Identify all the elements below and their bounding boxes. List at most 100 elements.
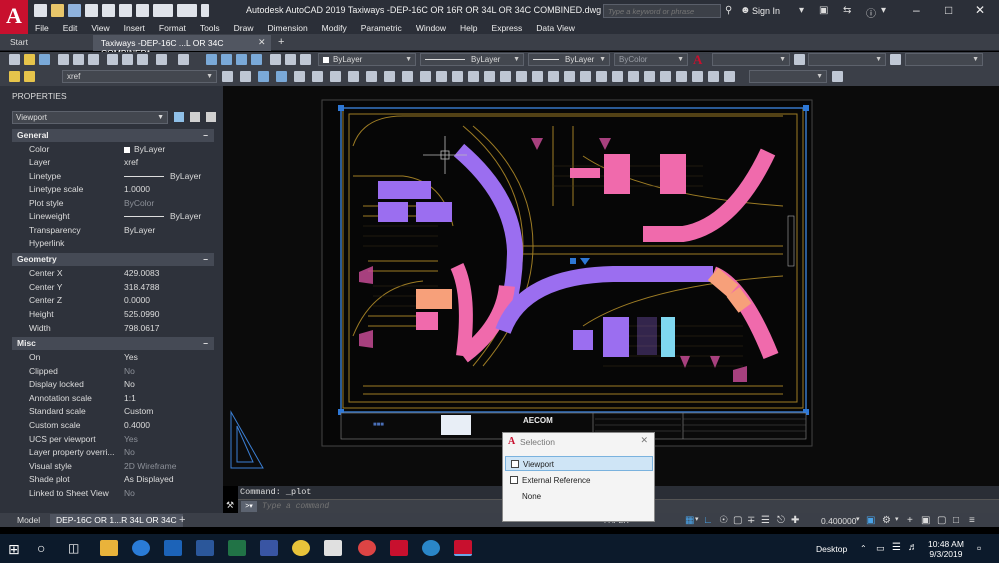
prop-row-color[interactable]: Color ByLayer (12, 143, 214, 156)
plotstyle-dropdown[interactable]: ByColor ▼ (614, 53, 688, 66)
design-center-icon[interactable] (285, 54, 296, 65)
layer-delete-icon[interactable] (402, 71, 413, 82)
chrome-icon[interactable] (292, 540, 310, 556)
new-icon[interactable] (9, 54, 20, 65)
redo-icon[interactable] (178, 54, 189, 65)
command-input[interactable] (262, 501, 522, 512)
prop-row-center-z[interactable]: Center Z 0.0000 (12, 294, 214, 307)
annotation-monitor-icon[interactable]: ✚ (791, 515, 799, 526)
prop-row-annotation-scale[interactable]: Annotation scale 1:1 (12, 392, 214, 405)
tab-layout[interactable]: DEP-16C OR 1...R 34L OR 34C (50, 514, 183, 527)
dim-arc-icon[interactable] (452, 71, 463, 82)
layer-dropdown[interactable]: xref ▼ (62, 70, 217, 83)
prop-row-layer[interactable]: Layer xref (12, 156, 214, 169)
dim-style-manager-icon[interactable] (832, 71, 843, 82)
tolerance-icon[interactable] (628, 71, 639, 82)
layer-walk-icon[interactable] (366, 71, 377, 82)
layer-freeze-icon[interactable] (294, 71, 305, 82)
command-prompt-icon[interactable]: >▾ (241, 501, 257, 512)
tab-model[interactable]: Model (11, 514, 46, 527)
calculator-icon[interactable] (324, 540, 342, 556)
hardware-accel-icon[interactable]: ▢ (937, 515, 946, 526)
dropdown-arrow-icon[interactable]: ▾ (895, 515, 899, 523)
prop-row-linetype-scale[interactable]: Linetype scale 1.0000 (12, 183, 214, 196)
undo-icon[interactable] (156, 54, 167, 65)
open-icon[interactable] (51, 4, 64, 17)
edge-browser-icon[interactable] (132, 540, 150, 556)
help-dropdown-icon[interactable]: ▾ (881, 5, 886, 16)
layer-lock-icon[interactable] (330, 71, 341, 82)
customization-icon[interactable]: ≡ (969, 515, 975, 526)
dim-break-icon[interactable] (612, 71, 623, 82)
layer-isolate-icon[interactable] (258, 71, 269, 82)
prop-row-transparency[interactable]: Transparency ByLayer (12, 224, 214, 237)
object-type-select[interactable]: Viewport ▼ (12, 111, 168, 124)
layer-match-icon[interactable] (348, 71, 359, 82)
autocad-logo-icon[interactable]: A (0, 0, 28, 34)
new-tab-icon[interactable]: + (278, 36, 284, 48)
dim-space-icon[interactable] (596, 71, 607, 82)
prop-row-custom-scale[interactable]: Custom scale 0.4000 (12, 419, 214, 432)
notification-icon[interactable]: ▫ (977, 541, 981, 555)
prop-row-center-x[interactable]: Center X 429.0083 (12, 267, 214, 280)
prop-row-linked-sheet-view[interactable]: Linked to Sheet View No (12, 487, 214, 500)
help-icon[interactable] (300, 54, 311, 65)
publish-icon[interactable] (88, 54, 99, 65)
dim-update-icon[interactable] (724, 71, 735, 82)
minimize-icon[interactable]: – (913, 3, 920, 17)
clean-screen-icon[interactable]: □ (953, 515, 959, 526)
help-icon[interactable]: ⓘ (866, 5, 876, 20)
center-mark-icon[interactable] (644, 71, 655, 82)
dropdown-arrow-icon[interactable]: ▾ (856, 515, 860, 523)
jogged-linear-icon[interactable] (676, 71, 687, 82)
lightbulb-icon[interactable] (24, 71, 35, 82)
zoom-realtime-icon[interactable] (221, 54, 232, 65)
plot-icon[interactable] (58, 54, 69, 65)
osnap-icon[interactable]: ▢ (733, 515, 742, 526)
properties-icon[interactable] (270, 54, 281, 65)
menu-express[interactable]: Express (485, 22, 530, 34)
dim-baseline-icon[interactable] (564, 71, 575, 82)
open-from-web-icon[interactable] (102, 4, 115, 17)
prop-row-width[interactable]: Width 798.0617 (12, 322, 214, 335)
viewport-lock-icon[interactable]: ▣ (866, 515, 875, 526)
prop-row-shade-plot[interactable]: Shade plot As Displayed (12, 473, 214, 486)
prop-row-ucs-per-viewport[interactable]: UCS per viewport Yes (12, 433, 214, 446)
visio-icon[interactable] (260, 540, 278, 556)
desktop-toolbar[interactable]: Desktop (816, 544, 847, 554)
lineweight-icon[interactable]: ☰ (761, 515, 770, 526)
menu-tools[interactable]: Tools (193, 22, 227, 34)
layer-unisolate-icon[interactable] (276, 71, 287, 82)
plus-icon[interactable]: + (907, 515, 913, 526)
save-to-web-icon[interactable] (119, 4, 132, 17)
center-grip-handle[interactable] (570, 258, 576, 264)
menu-format[interactable]: Format (152, 22, 193, 34)
gear-icon[interactable]: ⚙ (882, 515, 891, 526)
prop-row-on[interactable]: On Yes (12, 351, 214, 364)
chevron-up-icon[interactable]: ⌃ (860, 544, 867, 553)
table-style-dropdown[interactable]: ▼ (905, 53, 983, 66)
inspection-icon[interactable] (660, 71, 671, 82)
new-icon[interactable] (34, 4, 47, 17)
dropdown-arrow-icon[interactable]: ▾ (799, 5, 804, 16)
dim-edit-icon[interactable] (692, 71, 703, 82)
tab-close-icon[interactable]: ✕ (258, 37, 266, 48)
selection-item-none[interactable]: None (505, 489, 653, 504)
menu-data-view[interactable]: Data View (529, 22, 582, 34)
clock[interactable]: 10:48 AM 9/3/2019 (928, 539, 964, 559)
app-icon[interactable] (422, 540, 440, 556)
drawing-canvas[interactable]: AECOM ■■■ (223, 86, 999, 486)
grip-handle[interactable] (338, 105, 344, 111)
dim-linear-icon[interactable] (420, 71, 431, 82)
otrack-icon[interactable]: ∓ (747, 515, 755, 526)
new-layout-icon[interactable]: + (173, 514, 191, 527)
menu-parametric[interactable]: Parametric (354, 22, 409, 34)
snipping-tool-icon[interactable] (358, 540, 376, 556)
dim-ordinate-icon[interactable] (468, 71, 479, 82)
quick-dim-icon[interactable] (548, 71, 559, 82)
cut-icon[interactable] (107, 54, 118, 65)
autocad-taskbar-icon[interactable] (454, 540, 472, 556)
copy-icon[interactable] (122, 54, 133, 65)
paste-icon[interactable] (137, 54, 148, 65)
dim-continue-icon[interactable] (580, 71, 591, 82)
